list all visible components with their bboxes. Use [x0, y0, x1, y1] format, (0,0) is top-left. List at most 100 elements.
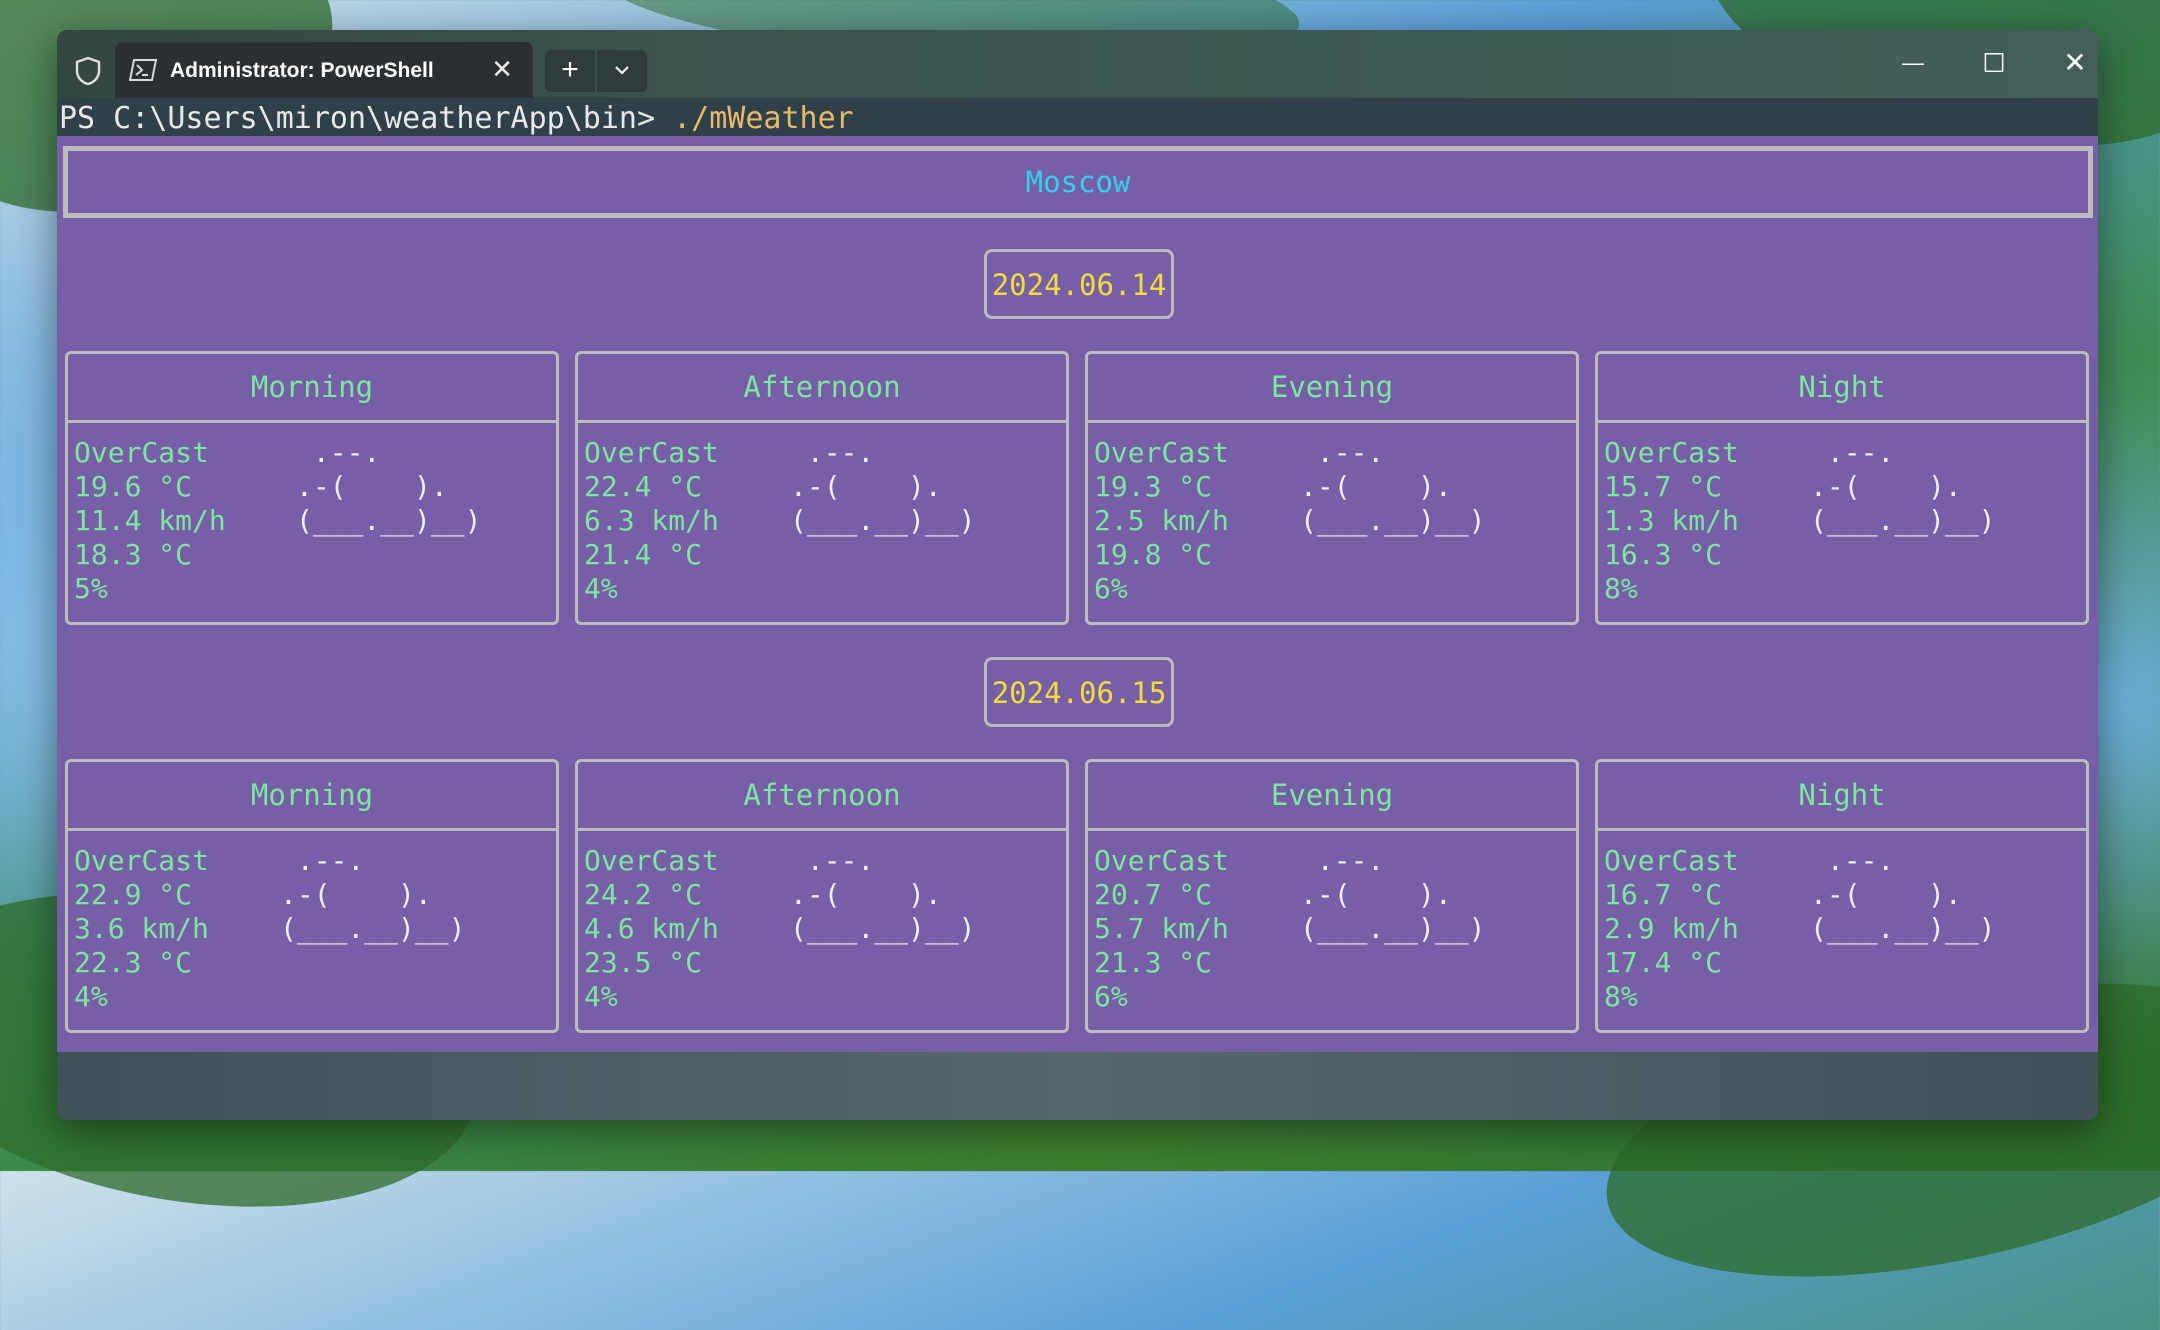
terminal-pane[interactable]: PS C:\Users\miron\weatherApp\bin> ./mWea…: [57, 98, 2098, 1120]
period-header: Night: [1598, 762, 2086, 831]
precip-chance: 4%: [584, 980, 618, 1013]
precip-chance: 8%: [1604, 572, 1638, 605]
tab-title: Administrator: PowerShell: [170, 59, 434, 82]
temperature: 15.7 °C: [1604, 470, 1723, 503]
wind-speed: 3.6 km/h: [74, 912, 209, 945]
cloud-icon: .--. .-( ). (___.__)__): [1810, 436, 1996, 537]
cloud-icon: .--. .-( ). (___.__)__): [1810, 844, 1996, 945]
wind-speed: 1.3 km/h: [1604, 504, 1739, 537]
feels-like: 21.4 °C: [584, 538, 703, 571]
wind-speed: 5.7 km/h: [1094, 912, 1229, 945]
maximize-icon[interactable]: ☐: [1974, 44, 2014, 84]
period-header: Morning: [68, 762, 556, 831]
period-stats: OverCast 20.7 °C 5.7 km/h 21.3 °C 6%: [1094, 844, 1229, 1014]
chevron-down-icon[interactable]: [597, 50, 647, 92]
temperature: 22.9 °C: [74, 878, 193, 911]
prompt-text: PS C:\Users\miron\weatherApp\bin>: [59, 101, 674, 136]
tab-powershell[interactable]: Administrator: PowerShell ✕: [115, 42, 533, 98]
close-icon[interactable]: ✕: [2055, 44, 2095, 84]
date-label: 2024.06.15: [991, 676, 1167, 710]
condition: OverCast: [74, 844, 209, 877]
cloud-icon: .--. .-( ). (___.__)__): [1300, 436, 1486, 537]
minimize-icon[interactable]: —: [1893, 44, 1933, 84]
temperature: 19.6 °C: [74, 470, 193, 503]
period-card-afternoon: Afternoon OverCast 22.4 °C 6.3 km/h 21.4…: [575, 351, 1069, 625]
feels-like: 19.8 °C: [1094, 538, 1213, 571]
period-name: Morning: [250, 778, 374, 812]
period-card-night: Night OverCast 15.7 °C 1.3 km/h 16.3 °C …: [1595, 351, 2089, 625]
feels-like: 17.4 °C: [1604, 946, 1723, 979]
precip-chance: 4%: [74, 980, 108, 1013]
terminal-bottom-area: [57, 1052, 2098, 1120]
shield-icon: [75, 56, 101, 86]
period-name: Afternoon: [743, 778, 901, 812]
close-tab-icon[interactable]: ✕: [491, 54, 513, 84]
command-text: ./mWeather: [673, 101, 854, 136]
period-stats: OverCast 24.2 °C 4.6 km/h 23.5 °C 4%: [584, 844, 719, 1014]
cloud-icon: .--. .-( ). (___.__)__): [296, 436, 482, 537]
period-stats: OverCast 15.7 °C 1.3 km/h 16.3 °C 8%: [1604, 436, 1739, 606]
cloud-icon: .--. .-( ). (___.__)__): [790, 436, 976, 537]
wind-speed: 11.4 km/h: [74, 504, 226, 537]
period-card-afternoon: Afternoon OverCast 24.2 °C 4.6 km/h 23.5…: [575, 759, 1069, 1033]
period-stats: OverCast 22.4 °C 6.3 km/h 21.4 °C 4%: [584, 436, 719, 606]
date-label: 2024.06.14: [991, 268, 1167, 302]
city-name: Moscow: [1025, 165, 1131, 199]
condition: OverCast: [1604, 436, 1739, 469]
period-card-evening: Evening OverCast 20.7 °C 5.7 km/h 21.3 °…: [1085, 759, 1579, 1033]
period-header: Evening: [1088, 762, 1576, 831]
period-stats: OverCast 19.6 °C 11.4 km/h 18.3 °C 5%: [74, 436, 226, 606]
temperature: 24.2 °C: [584, 878, 703, 911]
cloud-icon: .--. .-( ). (___.__)__): [280, 844, 466, 945]
new-tab-icon[interactable]: +: [545, 50, 595, 92]
temperature: 19.3 °C: [1094, 470, 1213, 503]
period-name: Morning: [250, 370, 374, 404]
period-header: Afternoon: [578, 354, 1066, 423]
period-name: Night: [1798, 778, 1886, 812]
wind-speed: 4.6 km/h: [584, 912, 719, 945]
period-stats: OverCast 16.7 °C 2.9 km/h 17.4 °C 8%: [1604, 844, 1739, 1014]
period-card-night: Night OverCast 16.7 °C 2.9 km/h 17.4 °C …: [1595, 759, 2089, 1033]
terminal-window: Administrator: PowerShell ✕ + — ☐ ✕ PS C…: [57, 30, 2098, 1120]
period-header: Evening: [1088, 354, 1576, 423]
period-card-morning: Morning OverCast 19.6 °C 11.4 km/h 18.3 …: [65, 351, 559, 625]
period-name: Evening: [1270, 778, 1394, 812]
city-header: Moscow: [63, 146, 2093, 218]
period-stats: OverCast 19.3 °C 2.5 km/h 19.8 °C 6%: [1094, 436, 1229, 606]
precip-chance: 6%: [1094, 572, 1128, 605]
precip-chance: 8%: [1604, 980, 1638, 1013]
condition: OverCast: [584, 844, 719, 877]
wind-speed: 2.5 km/h: [1094, 504, 1229, 537]
precip-chance: 4%: [584, 572, 618, 605]
title-bar[interactable]: Administrator: PowerShell ✕ + — ☐ ✕: [57, 30, 2098, 98]
period-name: Afternoon: [743, 370, 901, 404]
temperature: 20.7 °C: [1094, 878, 1213, 911]
condition: OverCast: [1094, 844, 1229, 877]
period-header: Morning: [68, 354, 556, 423]
date-box: 2024.06.15: [984, 657, 1174, 727]
feels-like: 23.5 °C: [584, 946, 703, 979]
period-card-morning: Morning OverCast 22.9 °C 3.6 km/h 22.3 °…: [65, 759, 559, 1033]
feels-like: 16.3 °C: [1604, 538, 1723, 571]
period-header: Afternoon: [578, 762, 1066, 831]
feels-like: 21.3 °C: [1094, 946, 1213, 979]
condition: OverCast: [74, 436, 209, 469]
cloud-icon: .--. .-( ). (___.__)__): [790, 844, 976, 945]
period-header: Night: [1598, 354, 2086, 423]
condition: OverCast: [584, 436, 719, 469]
weather-output: Moscow 2024.06.14 Morning OverCast 19.6 …: [57, 136, 2098, 1054]
period-name: Evening: [1270, 370, 1394, 404]
wind-speed: 2.9 km/h: [1604, 912, 1739, 945]
period-card-evening: Evening OverCast 19.3 °C 2.5 km/h 19.8 °…: [1085, 351, 1579, 625]
feels-like: 22.3 °C: [74, 946, 193, 979]
command-line: PS C:\Users\miron\weatherApp\bin> ./mWea…: [59, 100, 854, 138]
temperature: 16.7 °C: [1604, 878, 1723, 911]
powershell-icon: [129, 59, 157, 81]
period-name: Night: [1798, 370, 1886, 404]
feels-like: 18.3 °C: [74, 538, 193, 571]
temperature: 22.4 °C: [584, 470, 703, 503]
chevron-down-glyph: [615, 66, 629, 75]
precip-chance: 6%: [1094, 980, 1128, 1013]
precip-chance: 5%: [74, 572, 108, 605]
condition: OverCast: [1094, 436, 1229, 469]
